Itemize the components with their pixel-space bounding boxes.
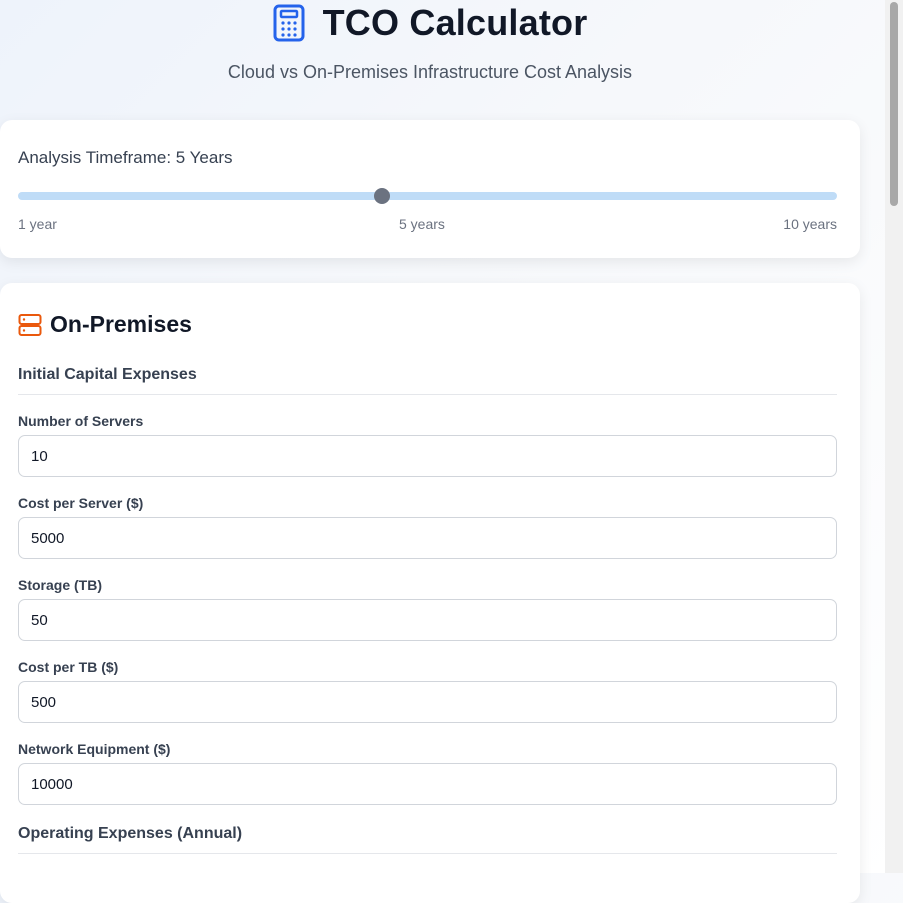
storage-label: Storage (TB) <box>18 577 102 593</box>
opex-title: Operating Expenses (Annual) <box>18 825 243 842</box>
cost-per-tb-input[interactable] <box>18 681 837 723</box>
cost-per-tb-label: Cost per TB ($) <box>18 659 119 675</box>
page-subtitle: Cloud vs On-Premises Infrastructure Cost… <box>227 62 633 82</box>
server-icon <box>18 313 42 337</box>
capex-title: Initial Capital Expenses <box>18 366 197 383</box>
slider-max-label: 10 years <box>783 216 837 232</box>
slider-mid-label: 5 years <box>399 216 445 232</box>
calculator-icon <box>273 4 305 42</box>
cost-per-server-input[interactable] <box>18 517 837 559</box>
network-equipment-input[interactable] <box>18 763 837 805</box>
page-title: TCO Calculator <box>322 2 588 43</box>
scrollbar-thumb[interactable] <box>890 2 898 206</box>
on-premises-title: On-Premises <box>50 311 192 337</box>
storage-input[interactable] <box>18 599 837 641</box>
timeframe-label: Analysis Timeframe: 5 Years <box>18 148 233 167</box>
vertical-scrollbar[interactable] <box>885 0 903 873</box>
title-row: TCO Calculator <box>0 2 860 44</box>
slider-min-label: 1 year <box>18 216 57 232</box>
page: TCO Calculator Cloud vs On-Premises Infr… <box>0 0 885 903</box>
slider-thumb[interactable] <box>374 188 390 204</box>
on-premises-card: On-Premises Initial Capital Expenses Num… <box>0 283 860 903</box>
network-equipment-label: Network Equipment ($) <box>18 741 171 757</box>
page-header: TCO Calculator Cloud vs On-Premises Infr… <box>0 0 860 110</box>
timeframe-card: Analysis Timeframe: 5 Years 1 year 5 yea… <box>0 120 860 258</box>
on-premises-header: On-Premises <box>18 311 192 338</box>
divider <box>18 853 837 854</box>
cost-per-server-label: Cost per Server ($) <box>18 495 144 511</box>
divider <box>18 394 837 395</box>
servers-input[interactable] <box>18 435 837 477</box>
timeframe-slider[interactable] <box>18 188 837 204</box>
servers-label: Number of Servers <box>18 413 144 429</box>
